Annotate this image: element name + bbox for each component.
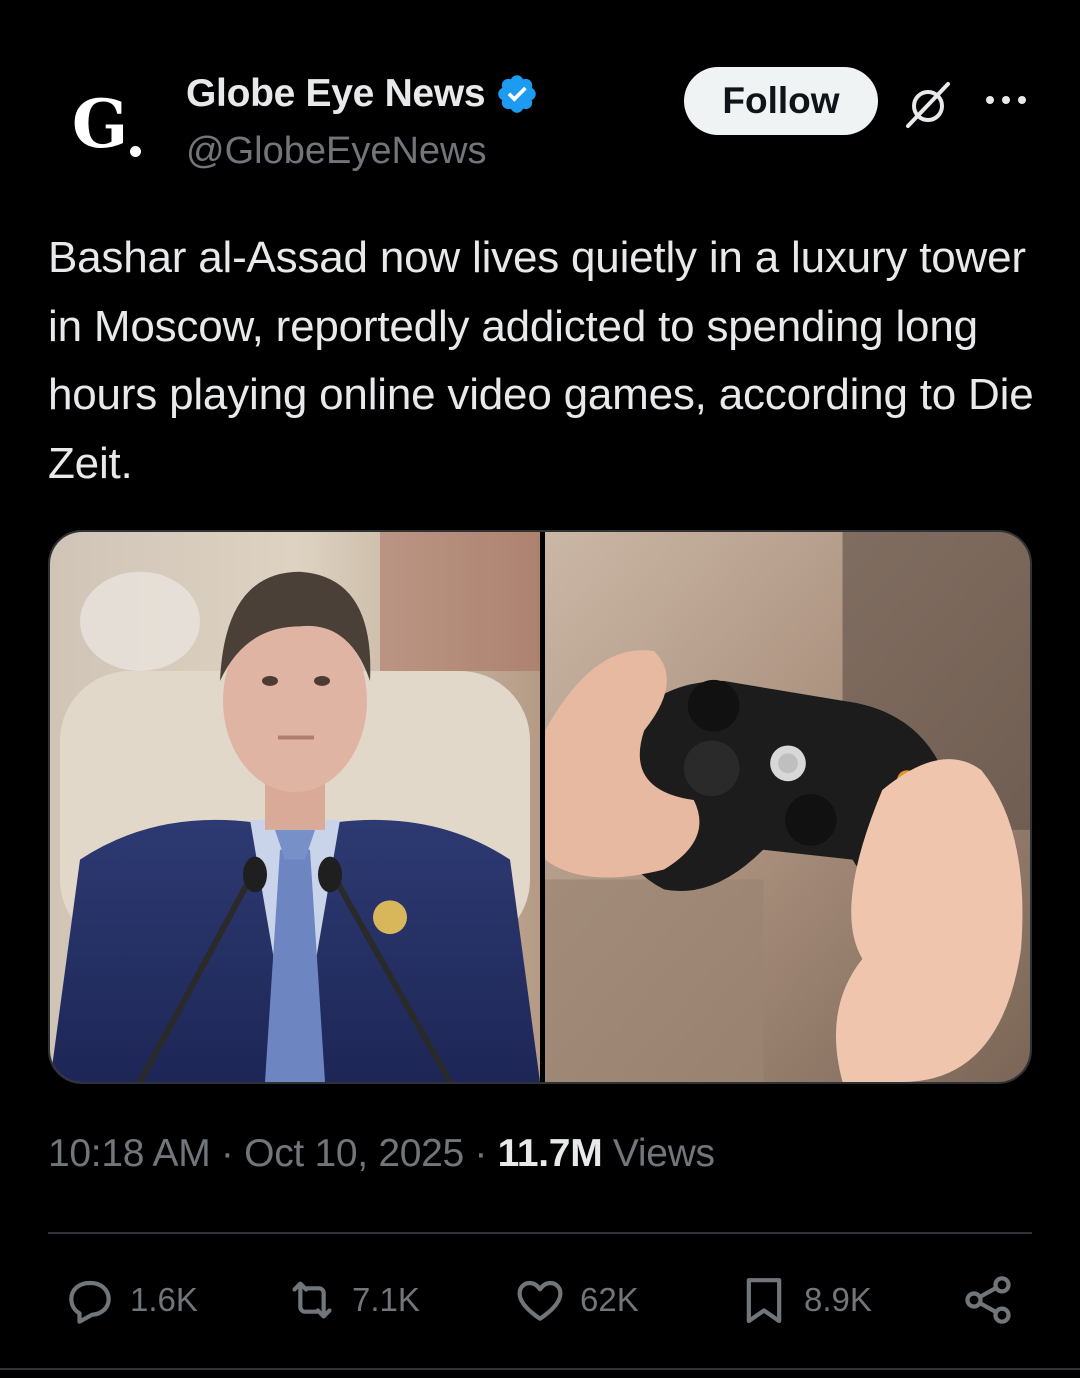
media-image-right[interactable] [545, 532, 1030, 1082]
like-count: 62K [580, 1281, 639, 1318]
bookmark-button[interactable]: 8.9K [736, 1272, 872, 1328]
man-in-suit-image [50, 532, 540, 1082]
reply-button[interactable]: 1.6K [62, 1272, 198, 1328]
grok-icon[interactable] [900, 76, 956, 132]
avatar-letter: G [71, 85, 129, 163]
tweet-text: Bashar al-Assad now lives quietly in a l… [48, 233, 1034, 488]
meta-separator: · [463, 1132, 498, 1175]
verified-badge-icon[interactable] [495, 72, 539, 116]
views-label: Views [602, 1132, 715, 1175]
meta-separator: · [210, 1132, 245, 1175]
display-name[interactable]: Globe Eye News [186, 72, 486, 116]
like-button[interactable]: 62K [512, 1272, 639, 1328]
reply-count: 1.6K [130, 1281, 198, 1318]
name-row: Globe Eye News [186, 72, 539, 116]
avatar[interactable]: G [48, 70, 160, 182]
repost-icon [292, 1281, 332, 1319]
reply-icon [69, 1280, 111, 1324]
heart-icon [517, 1280, 563, 1321]
media-image-left[interactable] [50, 532, 540, 1082]
more-dots-icon[interactable] [982, 90, 1030, 110]
bookmark-icon [746, 1278, 782, 1324]
media-grid [48, 530, 1032, 1084]
bookmark-count: 8.9K [804, 1281, 872, 1318]
bottom-divider [0, 1368, 1080, 1370]
repost-button[interactable]: 7.1K [284, 1272, 420, 1328]
divider [48, 1232, 1032, 1234]
repost-count: 7.1K [352, 1281, 420, 1318]
tweet-meta: 10:18 AM · Oct 10, 2025 · 11.7M Views [48, 1132, 715, 1176]
tweet-date[interactable]: Oct 10, 2025 [244, 1132, 464, 1175]
share-button[interactable] [960, 1272, 1016, 1328]
avatar-dot [130, 146, 141, 157]
game-controller-image [545, 532, 1030, 1082]
views-count[interactable]: 11.7M [498, 1132, 603, 1175]
follow-button[interactable]: Follow [684, 67, 878, 135]
share-icon [965, 1276, 1011, 1324]
handle[interactable]: @GlobeEyeNews [186, 130, 486, 173]
tweet-time[interactable]: 10:18 AM [48, 1132, 211, 1175]
